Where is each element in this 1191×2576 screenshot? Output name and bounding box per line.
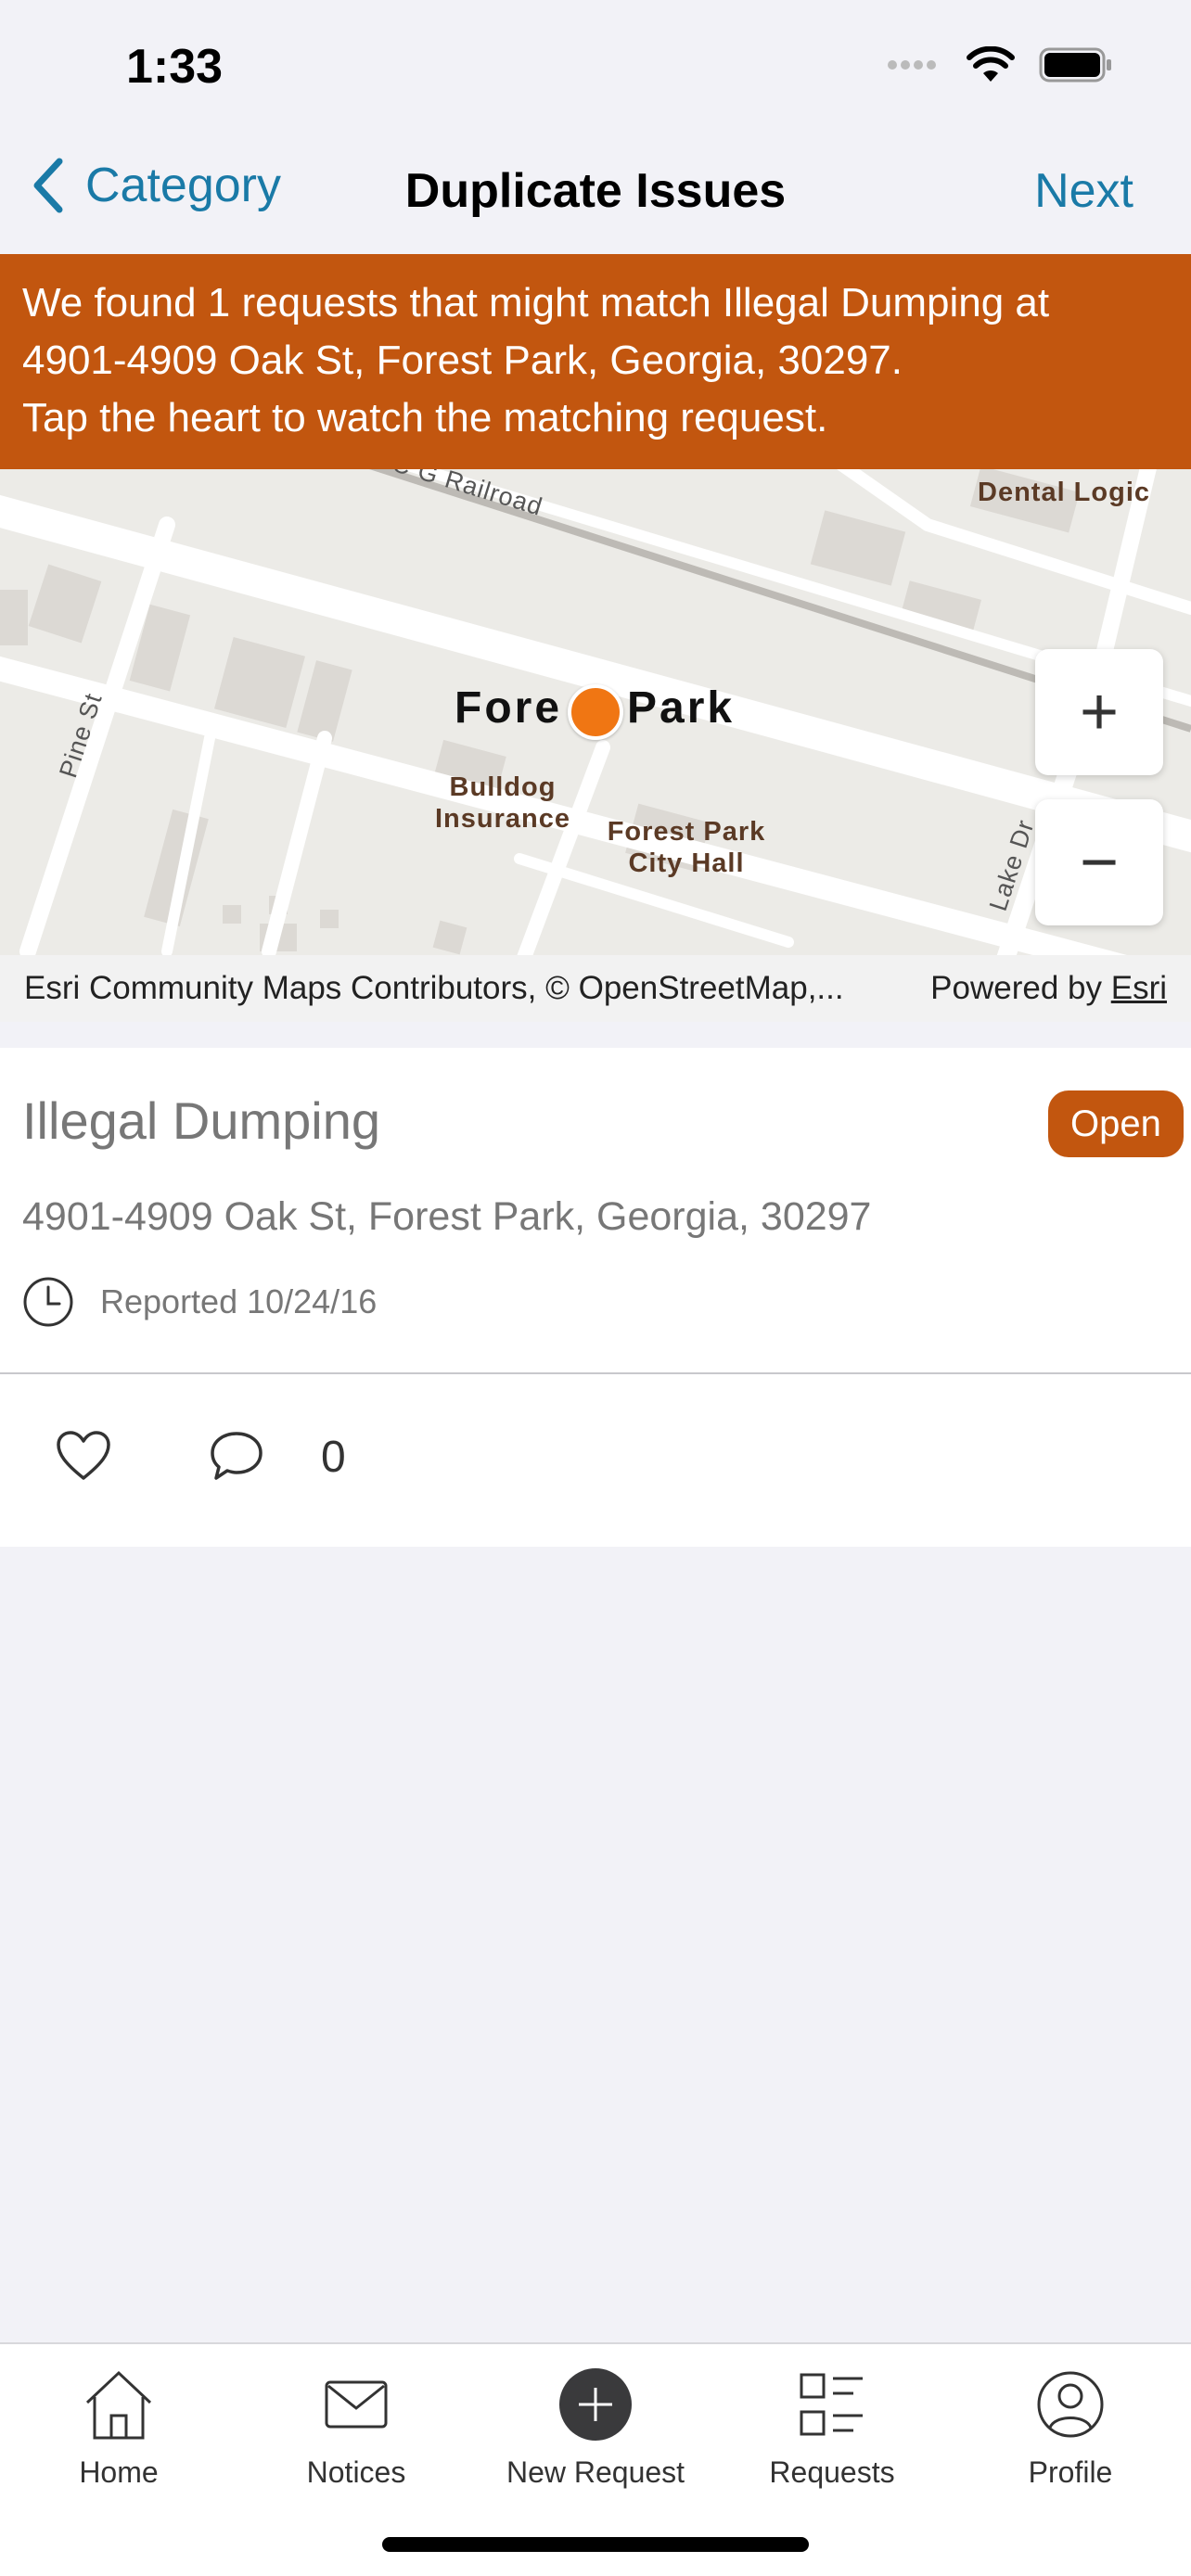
person-icon	[1037, 2371, 1104, 2438]
navigation-bar: Category Duplicate Issues Next	[0, 130, 1191, 254]
tab-home[interactable]: Home	[12, 2363, 225, 2490]
map-label-dental: Dental Logic	[978, 478, 1151, 507]
signal-icon	[888, 60, 936, 70]
wifi-icon	[967, 46, 1015, 82]
powered-by-label: Powered by	[930, 970, 1102, 1006]
banner-line-1: We found 1 requests that might match Ill…	[22, 280, 1050, 325]
list-icon	[800, 2373, 863, 2436]
status-time: 1:33	[126, 40, 224, 94]
town-label-left: Fore	[455, 683, 563, 733]
comment-icon[interactable]	[210, 1430, 263, 1482]
attribution-text: Esri Community Maps Contributors, © Open…	[24, 970, 844, 1006]
issue-address: 4901-4909 Oak St, Forest Park, Georgia, …	[22, 1194, 872, 1239]
esri-link[interactable]: Esri	[1111, 970, 1167, 1006]
map-label-city-hall: Forest Park City Hall	[607, 817, 766, 878]
zoom-in-button[interactable]: +	[1035, 649, 1163, 775]
town-label-right: Park	[627, 683, 736, 733]
home-indicator	[382, 2537, 809, 2552]
tab-label-requests: Requests	[769, 2455, 895, 2489]
home-icon	[85, 2370, 152, 2440]
reported-row: Reported 10/24/16	[22, 1276, 377, 1328]
tab-label-home: Home	[79, 2455, 159, 2489]
map-label-bulldog: Bulldog Insurance	[435, 772, 570, 834]
clock-icon	[23, 1277, 73, 1327]
tab-requests[interactable]: Requests	[725, 2363, 939, 2490]
plus-circle-icon	[559, 2368, 632, 2441]
map-attribution: Esri Community Maps Contributors, © Open…	[0, 955, 1191, 1022]
banner-line-3: Tap the heart to watch the matching requ…	[22, 395, 828, 440]
status-icons	[887, 46, 1113, 83]
reported-date: Reported 10/24/16	[100, 1282, 378, 1320]
banner-line-2: 4901-4909 Oak St, Forest Park, Georgia, …	[22, 338, 903, 383]
map-view[interactable]: C G Railroad Dental Logic Pine St Bulldo…	[0, 469, 1191, 955]
tab-notices[interactable]: Notices	[250, 2363, 463, 2490]
tab-label-new-request: New Request	[506, 2455, 685, 2489]
location-pin[interactable]	[568, 684, 623, 740]
chevron-left-icon	[33, 158, 63, 213]
issue-title: Illegal Dumping	[22, 1091, 380, 1150]
status-badge: Open	[1048, 1090, 1184, 1157]
duplicate-banner: We found 1 requests that might match Ill…	[0, 254, 1191, 469]
heart-icon[interactable]	[56, 1430, 111, 1482]
tab-profile[interactable]: Profile	[964, 2363, 1177, 2490]
issue-actions: 0	[0, 1374, 1191, 1547]
back-label: Category	[85, 159, 281, 212]
next-button[interactable]: Next	[1034, 163, 1133, 219]
tab-label-profile: Profile	[1028, 2455, 1113, 2489]
back-button[interactable]: Category	[32, 158, 281, 213]
zoom-out-button[interactable]: −	[1035, 799, 1163, 925]
tab-label-notices: Notices	[306, 2455, 406, 2489]
issue-card[interactable]: Illegal Dumping Open 4901-4909 Oak St, F…	[0, 1048, 1191, 1374]
powered-by: Powered by Esri	[930, 970, 1167, 1007]
tab-new-request[interactable]: New Request	[489, 2363, 702, 2490]
status-bar: 1:33	[0, 0, 1191, 130]
mail-icon	[325, 2380, 388, 2429]
comment-count: 0	[321, 1433, 346, 1482]
battery-icon	[1039, 47, 1111, 83]
